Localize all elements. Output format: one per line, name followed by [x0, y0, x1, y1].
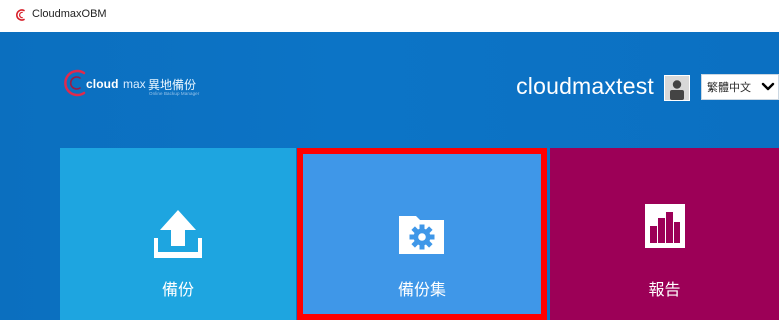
folder-gear-icon	[399, 216, 444, 254]
language-select[interactable]: 繁體中文	[701, 74, 779, 100]
tile-backup[interactable]: 備份	[60, 148, 296, 320]
language-selected-label: 繁體中文	[707, 81, 751, 94]
tile-backup-set[interactable]: 備份集	[297, 148, 547, 320]
user-avatar-icon[interactable]	[664, 75, 690, 101]
logo-subtitle: Online Backup Manager	[149, 91, 200, 96]
window-titlebar: CloudmaxOBM	[0, 0, 779, 32]
tile-report[interactable]: 報告	[550, 148, 779, 320]
user-silhouette-icon	[665, 76, 689, 100]
chevron-down-icon[interactable]	[760, 79, 776, 95]
report-chart-icon	[644, 204, 685, 248]
tile-backup-label: 備份	[161, 280, 194, 299]
username-label: cloudmaxtest	[516, 73, 654, 99]
logo-brand-bold: cloud	[86, 77, 119, 91]
tile-report-label: 報告	[648, 280, 681, 299]
upload-icon	[154, 210, 202, 258]
logo-brand-light: max	[123, 77, 146, 91]
tile-backup-set-label: 備份集	[397, 280, 446, 299]
window-title: CloudmaxOBM	[32, 8, 107, 20]
cloudmax-logo-icon	[16, 9, 25, 21]
